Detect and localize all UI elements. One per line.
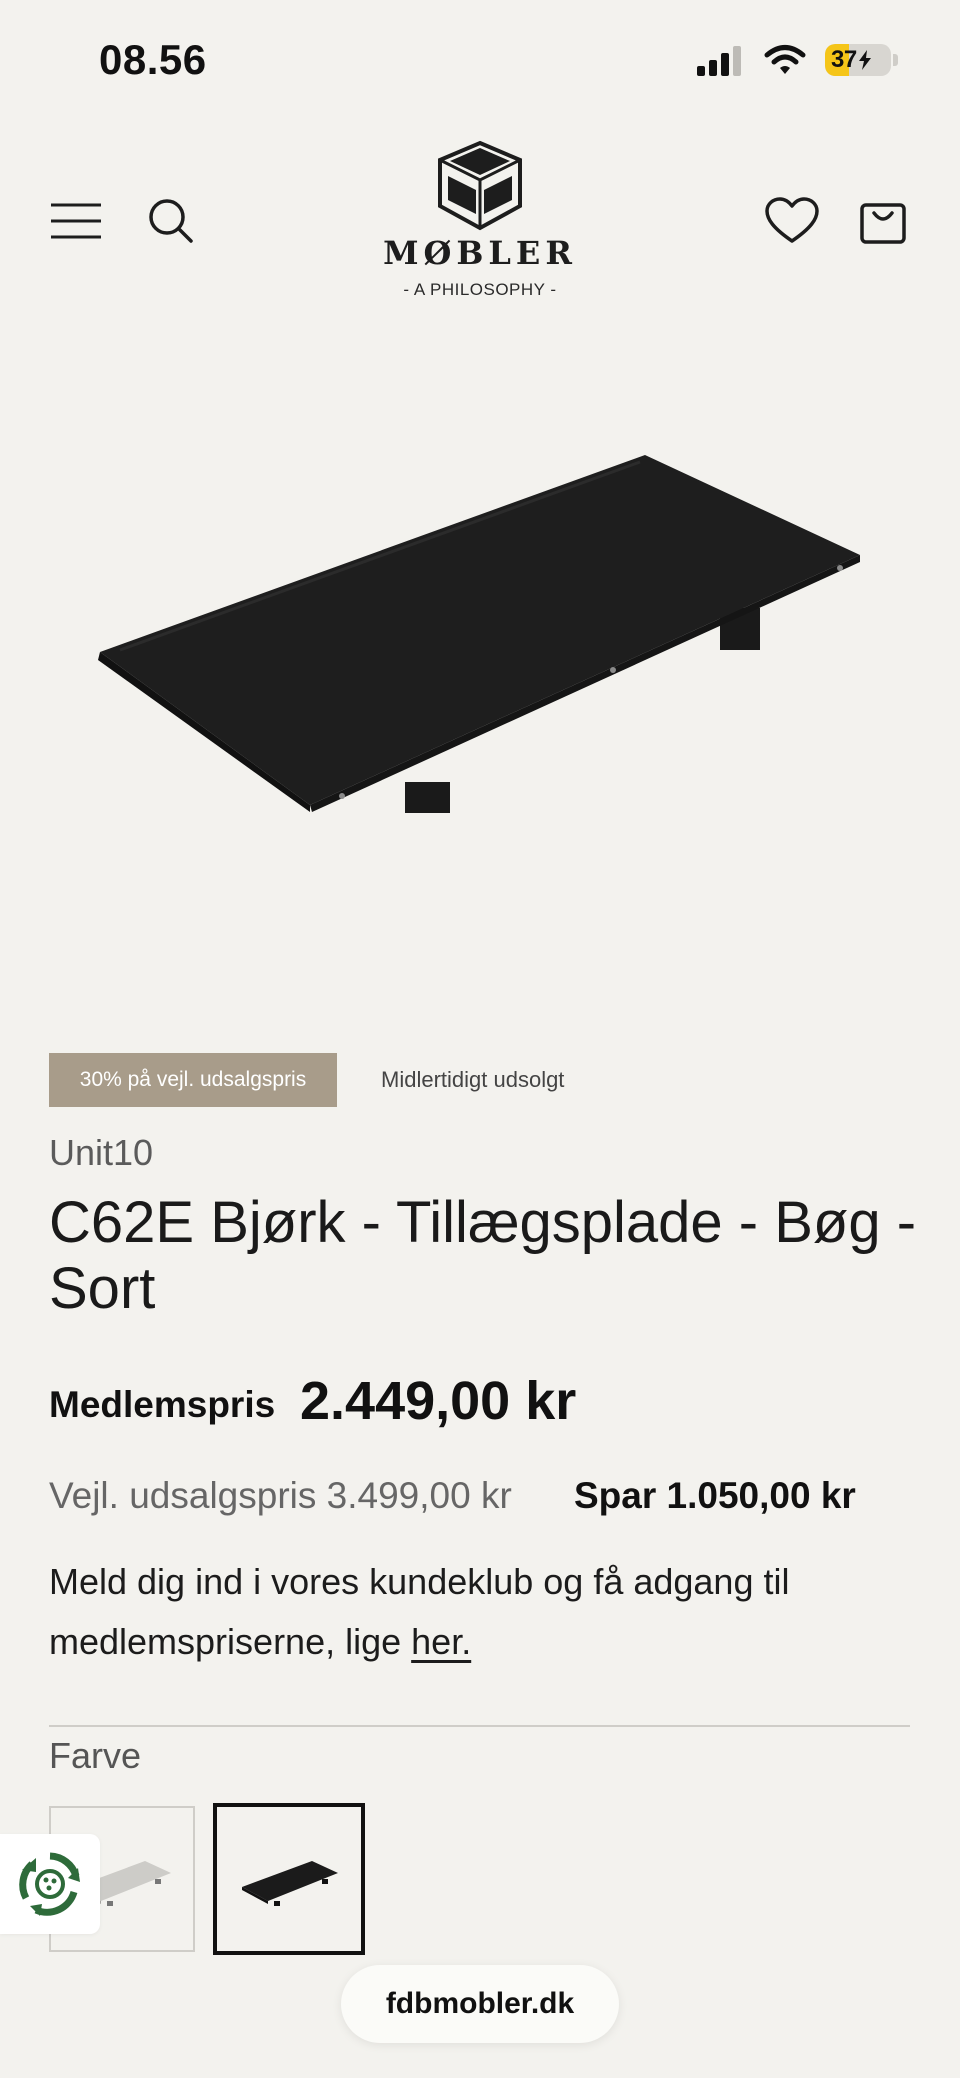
eco-badge-button[interactable] <box>0 1834 100 1934</box>
cart-button[interactable] <box>853 191 913 251</box>
club-promo-text: Meld dig ind i vores kundeklub og få adg… <box>49 1552 909 1672</box>
wishlist-button[interactable] <box>762 191 822 251</box>
club-signup-link[interactable]: her. <box>411 1621 471 1662</box>
member-price-label: Medlemspris <box>49 1384 276 1425</box>
product-brand[interactable]: Unit10 <box>49 1132 153 1174</box>
logo-tagline: - A PHILOSOPHY - <box>403 280 557 299</box>
extension-leaf-image <box>98 455 860 813</box>
sale-badge: 30% på vejl. udsalgspris <box>49 1053 337 1107</box>
divider <box>49 1725 910 1727</box>
rrp-price: Vejl. udsalgspris 3.499,00 kr <box>49 1475 512 1516</box>
wifi-icon <box>764 45 806 74</box>
fdb-cube-logo <box>438 140 522 231</box>
black-leaf-thumbnail <box>242 1861 338 1906</box>
stock-status: Midlertidigt udsolgt <box>381 1067 565 1092</box>
product-image[interactable] <box>80 440 880 825</box>
browser-url-bar[interactable]: fdbmobler.dk <box>341 1965 619 2043</box>
savings-amount: Spar 1.050,00 kr <box>574 1475 856 1516</box>
bolt-icon <box>858 50 871 70</box>
product-title: C62E Bjørk - Tillægsplade - Bøg - Sort <box>49 1190 917 1321</box>
member-price: 2.449,00 kr <box>300 1371 577 1431</box>
logo[interactable] <box>430 140 530 237</box>
recycle-icon <box>19 1852 80 1916</box>
signal-icon <box>697 46 741 76</box>
color-label: Farve <box>49 1735 142 1776</box>
swatch-black[interactable] <box>213 1803 365 1955</box>
battery-label: 37 <box>831 46 857 73</box>
bag-icon <box>860 203 906 244</box>
status-icons: 37 <box>695 44 898 76</box>
status-time: 08.56 <box>99 36 207 83</box>
heart-icon <box>765 197 819 243</box>
battery-charging-icon: 37 <box>825 44 898 76</box>
